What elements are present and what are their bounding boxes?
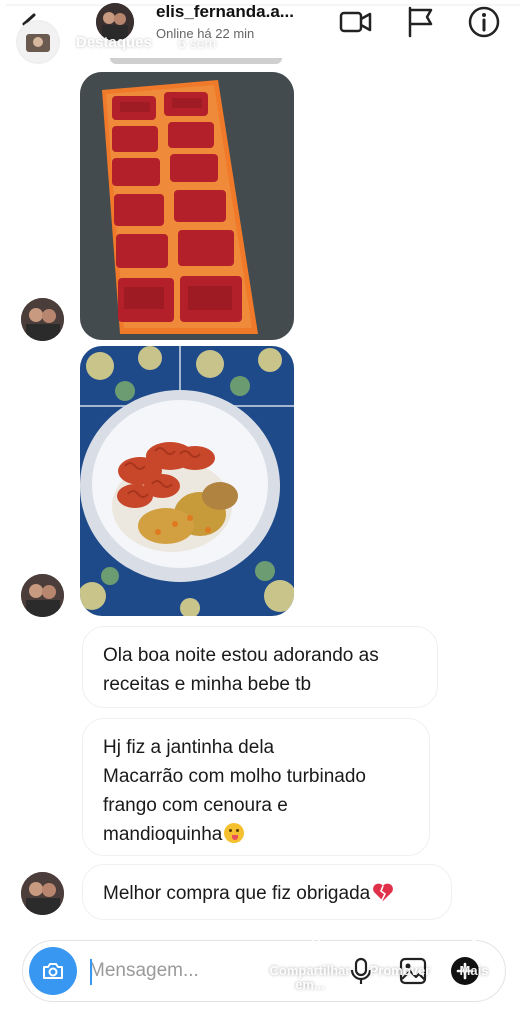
broken-heart-emoji [373, 883, 394, 901]
avatar[interactable] [21, 298, 64, 341]
story-title[interactable]: Destaques [76, 34, 152, 51]
promote-story-button[interactable]: Promover [362, 934, 438, 978]
message-line: frango com cenoura e [103, 795, 288, 816]
chat-header: elis_fernanda.a... Online há 22 min [0, 0, 526, 64]
avatar[interactable] [21, 574, 64, 617]
photo-message-ice-tray[interactable] [80, 72, 294, 340]
previous-message-edge [110, 58, 282, 64]
message-line: mandioquinha [103, 824, 223, 845]
message-line: Macarrão com molho turbinado [103, 766, 366, 787]
more-story-button[interactable]: Mais [446, 934, 502, 978]
message-line: Hj fiz a jantinha dela [103, 737, 275, 758]
message-text: Melhor compra que fiz obrigada [103, 883, 371, 904]
info-icon[interactable] [466, 4, 502, 40]
message-bubble[interactable]: Ola boa noite estou adorando as receitas… [82, 626, 438, 708]
avatar[interactable] [21, 872, 64, 915]
share-story-button[interactable]: Compartilhar em... [262, 934, 358, 992]
camera-icon[interactable] [29, 947, 77, 995]
yum-face-emoji [224, 823, 245, 843]
story-avatar[interactable] [18, 22, 58, 62]
more-story-label: Mais [459, 963, 489, 978]
flag-icon[interactable] [402, 4, 438, 40]
trend-up-icon [388, 940, 413, 955]
story-timestamp: 6 sem [178, 35, 217, 51]
promote-story-label: Promover [369, 963, 431, 978]
video-call-icon[interactable] [338, 4, 374, 40]
message-bubble[interactable]: Hj fiz a jantinha dela Macarrão com molh… [82, 718, 430, 856]
photo-message-pasta-plate[interactable] [80, 346, 294, 616]
share-story-label: Compartilhar em... [269, 963, 351, 992]
text-cursor [90, 959, 92, 985]
message-bubble[interactable]: Melhor compra que fiz obrigada [82, 864, 452, 920]
more-icon [472, 938, 476, 958]
share-icon [299, 937, 320, 959]
chat-username[interactable]: elis_fernanda.a... [156, 2, 294, 22]
message-text: Ola boa noite estou adorando as receitas… [103, 645, 379, 695]
